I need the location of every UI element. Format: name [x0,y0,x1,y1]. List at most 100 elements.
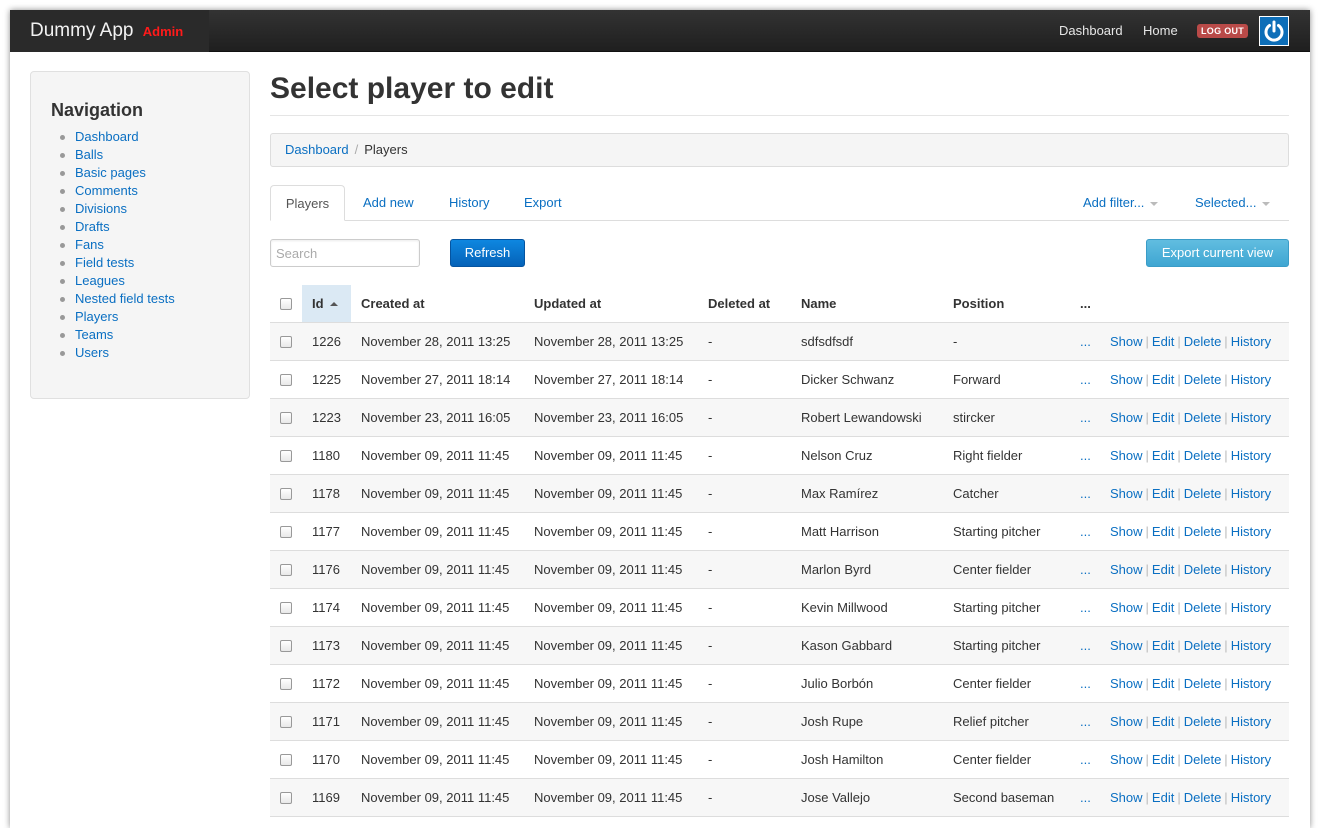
show-link[interactable]: Show [1110,676,1143,691]
edit-link[interactable]: Edit [1152,714,1174,729]
column-header-deleted-at[interactable]: Deleted at [708,285,770,322]
sidebar-link-nested-field-tests[interactable]: Nested field tests [75,291,175,306]
row-more-link[interactable]: ... [1080,589,1091,626]
sidebar-link-players[interactable]: Players [75,309,118,324]
column-header-id[interactable]: Id [302,285,351,322]
show-link[interactable]: Show [1110,486,1143,501]
tab-export[interactable]: Export [524,185,562,221]
export-current-view-button[interactable]: Export current view [1146,239,1289,267]
topnav-dashboard-link[interactable]: Dashboard [1059,10,1123,52]
edit-link[interactable]: Edit [1152,486,1174,501]
logout-button[interactable]: LOG OUT [1197,24,1249,38]
row-more-link[interactable]: ... [1080,551,1091,588]
delete-link[interactable]: Delete [1184,600,1222,615]
row-checkbox[interactable] [280,640,292,652]
sidebar-link-users[interactable]: Users [75,345,109,360]
row-more-link[interactable]: ... [1080,361,1091,398]
show-link[interactable]: Show [1110,790,1143,805]
sidebar-link-teams[interactable]: Teams [75,327,113,342]
row-more-link[interactable]: ... [1080,513,1091,550]
history-link[interactable]: History [1231,372,1271,387]
edit-link[interactable]: Edit [1152,790,1174,805]
row-checkbox[interactable] [280,450,292,462]
history-link[interactable]: History [1231,448,1271,463]
row-more-link[interactable]: ... [1080,665,1091,702]
history-link[interactable]: History [1231,638,1271,653]
topnav-home-link[interactable]: Home [1143,10,1178,52]
edit-link[interactable]: Edit [1152,334,1174,349]
edit-link[interactable]: Edit [1152,410,1174,425]
delete-link[interactable]: Delete [1184,638,1222,653]
history-link[interactable]: History [1231,714,1271,729]
add-filter-dropdown[interactable]: Add filter... [1083,185,1159,221]
row-more-link[interactable]: ... [1080,779,1091,816]
show-link[interactable]: Show [1110,410,1143,425]
column-header-more[interactable]: ... [1080,285,1091,322]
history-link[interactable]: History [1231,486,1271,501]
row-checkbox[interactable] [280,564,292,576]
edit-link[interactable]: Edit [1152,372,1174,387]
row-checkbox[interactable] [280,374,292,386]
delete-link[interactable]: Delete [1184,562,1222,577]
power-icon[interactable] [1259,16,1289,46]
delete-link[interactable]: Delete [1184,486,1222,501]
history-link[interactable]: History [1231,334,1271,349]
row-checkbox[interactable] [280,488,292,500]
tab-add-new[interactable]: Add new [363,185,414,221]
history-link[interactable]: History [1231,790,1271,805]
row-checkbox[interactable] [280,526,292,538]
delete-link[interactable]: Delete [1184,448,1222,463]
sidebar-link-basic-pages[interactable]: Basic pages [75,165,146,180]
edit-link[interactable]: Edit [1152,562,1174,577]
select-all-checkbox[interactable] [280,298,292,310]
row-more-link[interactable]: ... [1080,741,1091,778]
history-link[interactable]: History [1231,676,1271,691]
history-link[interactable]: History [1231,562,1271,577]
delete-link[interactable]: Delete [1184,334,1222,349]
sidebar-link-field-tests[interactable]: Field tests [75,255,134,270]
edit-link[interactable]: Edit [1152,600,1174,615]
show-link[interactable]: Show [1110,562,1143,577]
edit-link[interactable]: Edit [1152,752,1174,767]
row-more-link[interactable]: ... [1080,323,1091,360]
row-checkbox[interactable] [280,602,292,614]
sidebar-link-dashboard[interactable]: Dashboard [75,129,139,144]
show-link[interactable]: Show [1110,638,1143,653]
history-link[interactable]: History [1231,524,1271,539]
tab-players[interactable]: Players [270,185,345,221]
row-more-link[interactable]: ... [1080,399,1091,436]
refresh-button[interactable]: Refresh [450,239,525,267]
show-link[interactable]: Show [1110,600,1143,615]
search-input[interactable] [270,239,420,267]
edit-link[interactable]: Edit [1152,448,1174,463]
edit-link[interactable]: Edit [1152,524,1174,539]
delete-link[interactable]: Delete [1184,790,1222,805]
sidebar-link-drafts[interactable]: Drafts [75,219,110,234]
show-link[interactable]: Show [1110,448,1143,463]
row-more-link[interactable]: ... [1080,703,1091,740]
edit-link[interactable]: Edit [1152,638,1174,653]
show-link[interactable]: Show [1110,524,1143,539]
column-header-position[interactable]: Position [953,285,1004,322]
tab-history[interactable]: History [449,185,489,221]
row-checkbox[interactable] [280,678,292,690]
column-header-updated-at[interactable]: Updated at [534,285,601,322]
show-link[interactable]: Show [1110,372,1143,387]
show-link[interactable]: Show [1110,334,1143,349]
sidebar-link-balls[interactable]: Balls [75,147,103,162]
delete-link[interactable]: Delete [1184,410,1222,425]
delete-link[interactable]: Delete [1184,676,1222,691]
row-checkbox[interactable] [280,754,292,766]
edit-link[interactable]: Edit [1152,676,1174,691]
breadcrumb-dashboard-link[interactable]: Dashboard [285,142,349,157]
show-link[interactable]: Show [1110,714,1143,729]
row-checkbox[interactable] [280,412,292,424]
row-checkbox[interactable] [280,716,292,728]
sidebar-link-divisions[interactable]: Divisions [75,201,127,216]
column-header-created-at[interactable]: Created at [361,285,425,322]
sidebar-link-fans[interactable]: Fans [75,237,104,252]
selected-dropdown[interactable]: Selected... [1195,185,1271,221]
delete-link[interactable]: Delete [1184,752,1222,767]
row-checkbox[interactable] [280,336,292,348]
sidebar-link-leagues[interactable]: Leagues [75,273,125,288]
